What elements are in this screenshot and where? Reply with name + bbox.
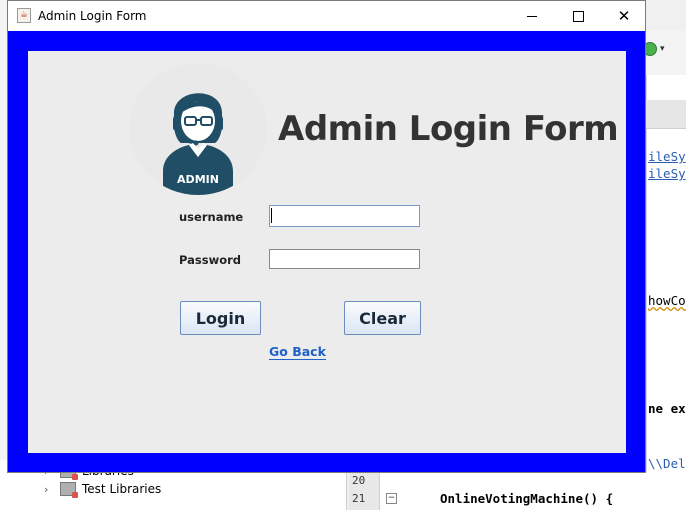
password-label: Password bbox=[179, 253, 241, 267]
username-input[interactable] bbox=[269, 205, 420, 227]
text-caret bbox=[271, 208, 272, 223]
clear-button[interactable]: Clear bbox=[344, 301, 421, 335]
tree-item-test-libraries[interactable]: › Test Libraries bbox=[44, 480, 161, 498]
minimize-icon bbox=[527, 15, 537, 17]
code-fragment: howCor bbox=[648, 293, 686, 308]
page-title: Admin Login Form bbox=[278, 109, 619, 149]
username-label: username bbox=[179, 210, 244, 224]
fold-icon[interactable]: − bbox=[386, 493, 397, 504]
line-number: 21 bbox=[352, 492, 366, 505]
code-line: OnlineVotingMachine() { bbox=[440, 491, 614, 506]
library-icon bbox=[60, 482, 78, 498]
java-cup-icon: ☕ bbox=[17, 8, 31, 23]
blue-frame: ADMIN Admin Login Form username Password… bbox=[8, 31, 645, 472]
chevron-right-icon[interactable]: › bbox=[44, 483, 54, 496]
code-fragment: ne ex bbox=[648, 401, 686, 416]
admin-badge: ADMIN bbox=[177, 173, 219, 186]
login-panel: ADMIN Admin Login Form username Password… bbox=[28, 51, 626, 453]
code-fragment: ileSy bbox=[648, 166, 686, 181]
window-title: Admin Login Form bbox=[38, 9, 147, 23]
title-bar[interactable]: ☕ Admin Login Form ✕ bbox=[8, 1, 645, 31]
login-button[interactable]: Login bbox=[180, 301, 261, 335]
code-keyword: ne ex bbox=[648, 401, 686, 416]
ide-editor-toolbar bbox=[646, 100, 686, 129]
admin-login-window: ☕ Admin Login Form ✕ ADMIN Admin Login F… bbox=[7, 0, 646, 473]
chevron-down-icon[interactable]: ▾ bbox=[660, 44, 665, 54]
maximize-icon bbox=[572, 10, 584, 22]
close-icon: ✕ bbox=[617, 6, 631, 25]
code-fragment: \\Del bbox=[648, 456, 686, 471]
tree-item-label: Test Libraries bbox=[82, 482, 162, 496]
close-button[interactable]: ✕ bbox=[601, 1, 647, 31]
admin-avatar: ADMIN bbox=[129, 63, 267, 195]
go-back-link[interactable]: Go Back bbox=[269, 345, 326, 360]
maximize-button[interactable] bbox=[555, 1, 601, 31]
password-input[interactable] bbox=[269, 249, 420, 269]
line-number: 20 bbox=[352, 474, 366, 487]
minimize-button[interactable] bbox=[509, 1, 555, 31]
code-fragment: ileSy bbox=[648, 149, 686, 164]
